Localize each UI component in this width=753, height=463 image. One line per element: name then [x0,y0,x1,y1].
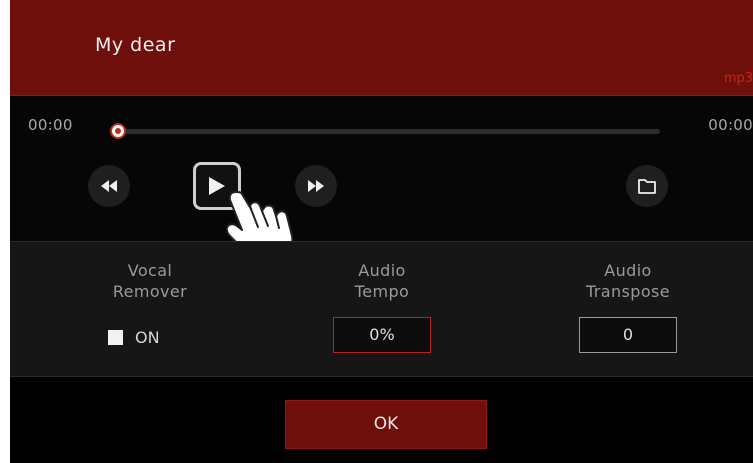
audio-transpose-label-line1: Audio [604,261,652,280]
vocal-remover-label: Vocal Remover [40,260,260,302]
vocal-remover-label-line1: Vocal [127,261,173,280]
ok-button[interactable]: OK [285,400,487,449]
audio-transpose-label-line2: Transpose [585,282,670,301]
song-title: My dear [95,34,176,56]
current-time: 00:00 [28,116,73,134]
player-dialog: My dear mp3 00:00 00:00 Vocal Remover ON… [0,0,753,463]
vocal-remover-toggle[interactable]: ON [108,328,160,347]
total-time: 00:00 [708,116,753,134]
rewind-button[interactable] [88,165,130,207]
rewind-icon [101,180,117,192]
playback-panel: 00:00 00:00 [10,96,753,265]
vocal-remover-toggle-label: ON [135,328,160,347]
fast-forward-icon [308,180,324,192]
vocal-remover-checkbox[interactable] [108,330,123,345]
progress-track[interactable] [120,129,660,134]
progress-slider-handle[interactable] [110,123,126,139]
audio-tempo-label-line1: Audio [358,261,406,280]
audio-tempo-label: Audio Tempo [272,260,492,302]
song-header: My dear mp3 [10,0,753,96]
vocal-remover-label-line2: Remover [112,282,188,301]
window-edge [0,0,10,463]
audio-transpose-label: Audio Transpose [518,260,738,302]
audio-settings-panel: Vocal Remover ON Audio Tempo 0% Audio Tr… [10,241,753,377]
file-type-badge: mp3 [723,71,753,86]
open-folder-button[interactable] [626,165,668,207]
folder-icon [638,178,656,194]
audio-tempo-field[interactable]: 0% [333,317,431,353]
audio-transpose-field[interactable]: 0 [579,317,677,353]
audio-tempo-label-line2: Tempo [354,282,410,301]
